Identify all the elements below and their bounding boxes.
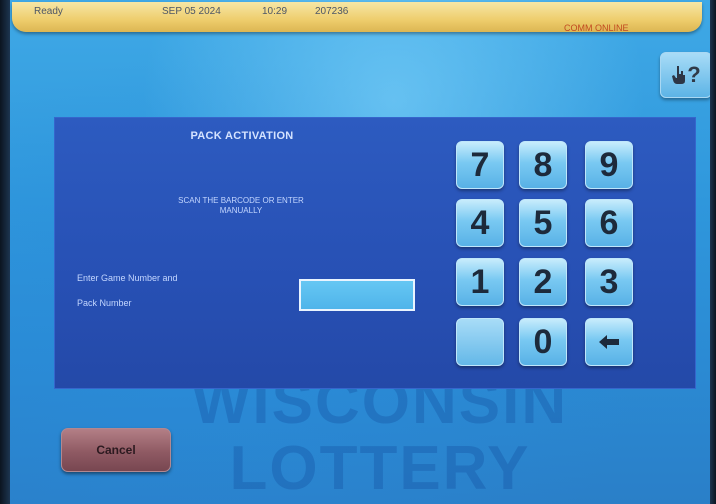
key-0[interactable]: 0 <box>519 318 567 366</box>
arrow-left-icon <box>599 335 619 349</box>
help-question-mark: ? <box>687 62 701 87</box>
watermark-line2: LOTTERY <box>229 434 531 503</box>
status-bar: Ready SEP 05 2024 10:29 207236 COMM ONLI… <box>12 2 702 33</box>
key-9[interactable]: 9 <box>585 141 633 189</box>
status-time: 10:29 <box>262 6 288 17</box>
key-blank[interactable] <box>456 318 504 366</box>
scan-instruction: SCAN THE BARCODE OR ENTER MANUALLY <box>178 196 304 215</box>
comm-status: COMM ONLINE <box>564 23 629 33</box>
wisconsin-lottery-watermark: WISCONSIN LOTTERY <box>170 370 590 502</box>
key-6[interactable]: 6 <box>585 199 633 247</box>
key-8[interactable]: 8 <box>519 141 567 189</box>
key-1[interactable]: 1 <box>456 258 504 306</box>
cancel-button[interactable]: Cancel <box>61 428 171 472</box>
hand-pointer-icon <box>672 66 686 84</box>
screen-bezel-left <box>0 0 10 504</box>
screen-bezel-right <box>710 0 716 504</box>
key-5[interactable]: 5 <box>519 199 567 247</box>
hand-pointer-question-icon: ? <box>671 62 701 88</box>
key-2[interactable]: 2 <box>519 258 567 306</box>
help-button[interactable]: ? <box>660 52 712 98</box>
status-state: Ready <box>34 6 63 17</box>
page-title: PACK ACTIVATION <box>190 130 294 142</box>
pack-number-input[interactable] <box>299 279 415 311</box>
status-code: 207236 <box>315 6 349 17</box>
game-number-label: Enter Game Number and <box>77 273 178 283</box>
status-date: SEP 05 2024 <box>162 6 221 17</box>
backspace-key[interactable] <box>585 318 633 366</box>
key-4[interactable]: 4 <box>456 199 504 247</box>
key-7[interactable]: 7 <box>456 141 504 189</box>
pack-number-label: Pack Number <box>77 298 132 308</box>
key-3[interactable]: 3 <box>585 258 633 306</box>
